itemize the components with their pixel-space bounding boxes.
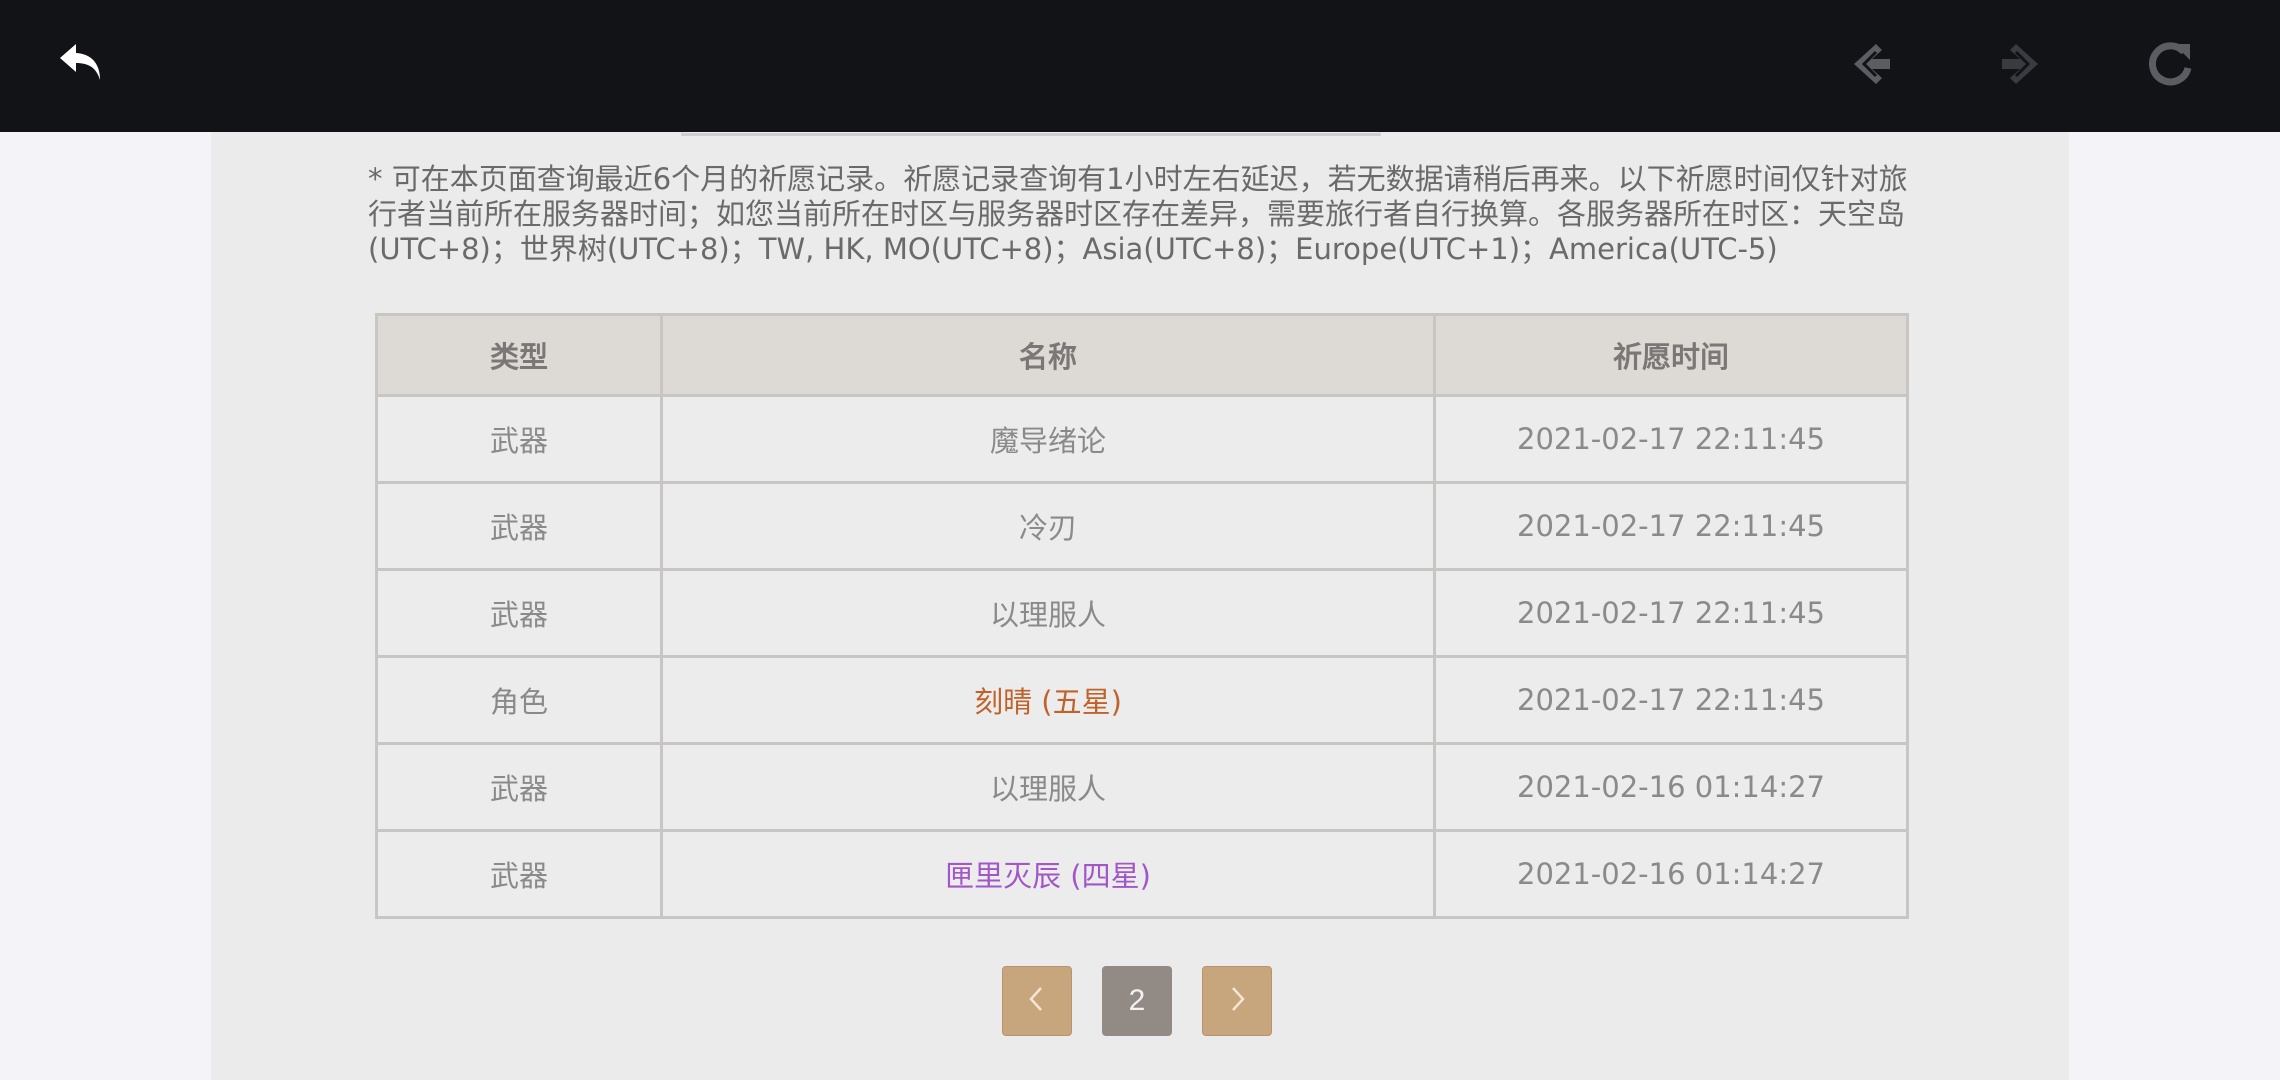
cell-time: 2021-02-17 22:11:45 — [1433, 655, 1909, 745]
cell-time: 2021-02-16 01:14:27 — [1433, 742, 1909, 832]
back-button[interactable] — [50, 34, 114, 98]
gacha-history-table: 类型 名称 祈愿时间 武器 魔导绪论 2021-02-17 22:11:45 武… — [375, 313, 1909, 919]
current-page-button[interactable]: 2 — [1102, 966, 1172, 1036]
chevron-right-icon — [1225, 984, 1249, 1018]
nav-forward-icon — [1994, 38, 2046, 94]
cell-name: 冷刃 — [660, 481, 1436, 571]
cell-name-four-star: 匣里灭辰 (四星) — [660, 829, 1436, 919]
reload-button[interactable] — [2138, 34, 2202, 98]
table-row: 武器 以理服人 2021-02-17 22:11:45 — [375, 568, 1909, 658]
cell-name-five-star: 刻晴 (五星) — [660, 655, 1436, 745]
reload-icon — [2144, 38, 2196, 94]
cell-type: 武器 — [375, 829, 663, 919]
table-row: 武器 以理服人 2021-02-16 01:14:27 — [375, 742, 1909, 832]
cell-type: 角色 — [375, 655, 663, 745]
cell-name: 以理服人 — [660, 742, 1436, 832]
chevron-left-icon — [1025, 984, 1049, 1018]
table-row: 武器 匣里灭辰 (四星) 2021-02-16 01:14:27 — [375, 829, 1909, 919]
table-row: 武器 冷刃 2021-02-17 22:11:45 — [375, 481, 1909, 571]
column-header-name: 名称 — [660, 313, 1436, 397]
nav-back-icon — [1846, 38, 1898, 94]
table-header-row: 类型 名称 祈愿时间 — [375, 313, 1909, 397]
cell-time: 2021-02-16 01:14:27 — [1433, 829, 1909, 919]
cell-type: 武器 — [375, 742, 663, 832]
back-arrow-icon — [54, 36, 110, 96]
table-row: 武器 魔导绪论 2021-02-17 22:11:45 — [375, 394, 1909, 484]
cell-time: 2021-02-17 22:11:45 — [1433, 568, 1909, 658]
cell-time: 2021-02-17 22:11:45 — [1433, 394, 1909, 484]
cell-type: 武器 — [375, 568, 663, 658]
next-page-button[interactable] — [1202, 966, 1272, 1036]
nav-forward-button[interactable] — [1988, 34, 2052, 98]
column-header-time: 祈愿时间 — [1433, 313, 1909, 397]
cell-type: 武器 — [375, 481, 663, 571]
cell-name: 以理服人 — [660, 568, 1436, 658]
pagination: 2 — [1002, 966, 1272, 1036]
column-header-type: 类型 — [375, 313, 663, 397]
cell-name: 魔导绪论 — [660, 394, 1436, 484]
prev-page-button[interactable] — [1002, 966, 1072, 1036]
cell-type: 武器 — [375, 394, 663, 484]
nav-back-button[interactable] — [1840, 34, 1904, 98]
panel-divider — [681, 132, 1381, 136]
table-row: 角色 刻晴 (五星) 2021-02-17 22:11:45 — [375, 655, 1909, 745]
browser-toolbar — [0, 0, 2280, 132]
gacha-history-panel: * 可在本页面查询最近6个月的祈愿记录。祈愿记录查询有1小时左右延迟，若无数据请… — [211, 132, 2069, 1080]
notice-text: * 可在本页面查询最近6个月的祈愿记录。祈愿记录查询有1小时左右延迟，若无数据请… — [368, 162, 1908, 266]
cell-time: 2021-02-17 22:11:45 — [1433, 481, 1909, 571]
